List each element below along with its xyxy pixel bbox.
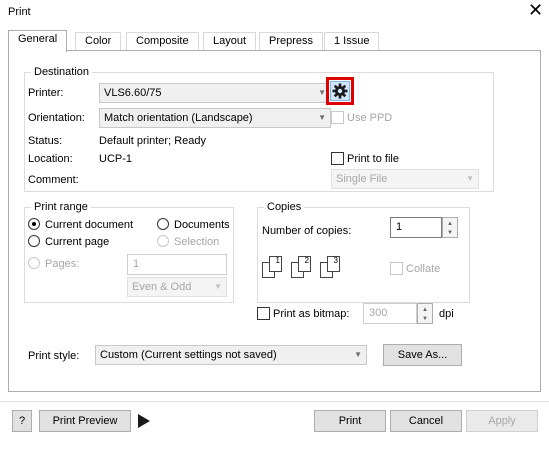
print-style-label: Print style: bbox=[28, 350, 80, 362]
general-panel: Destination Printer: VLS6.60/75 ▼ Orient… bbox=[8, 50, 541, 392]
page-icon: 2 bbox=[298, 256, 311, 272]
print-style-select[interactable]: Custom (Current settings not saved) ▼ bbox=[95, 345, 367, 365]
current-page-radio[interactable] bbox=[28, 235, 40, 247]
print-as-bitmap-checkbox[interactable] bbox=[257, 307, 270, 320]
status-label: Status: bbox=[28, 135, 63, 147]
expand-preview-icon[interactable] bbox=[136, 412, 152, 433]
help-button[interactable]: ? bbox=[12, 410, 32, 432]
dpi-spinner[interactable]: ▲ ▼ bbox=[417, 303, 433, 324]
close-button[interactable]: ✕ bbox=[522, 0, 549, 20]
destination-group-title: Destination bbox=[31, 65, 93, 79]
printer-select[interactable]: VLS6.60/75 ▼ bbox=[99, 83, 331, 103]
even-odd-select[interactable]: Even & Odd ▼ bbox=[127, 277, 227, 297]
tab-prepress[interactable]: Prepress bbox=[259, 32, 324, 51]
footer-divider bbox=[0, 401, 549, 402]
gear-icon-frame bbox=[330, 81, 350, 101]
collate-label: Collate bbox=[406, 263, 441, 275]
file-mode-value: Single File bbox=[336, 173, 388, 185]
page-icon: 3 bbox=[327, 256, 340, 272]
tab-layout[interactable]: Layout bbox=[203, 32, 257, 51]
print-button[interactable]: Print bbox=[314, 410, 386, 432]
chevron-down-icon: ▼ bbox=[466, 174, 474, 183]
comment-label: Comment: bbox=[28, 174, 79, 186]
current-document-label: Current document bbox=[45, 219, 134, 231]
copies-spinner[interactable]: ▲ ▼ bbox=[442, 217, 458, 238]
orientation-select[interactable]: Match orientation (Landscape) ▼ bbox=[99, 108, 331, 128]
dpi-label: dpi bbox=[439, 308, 454, 320]
gear-icon bbox=[332, 83, 348, 99]
spin-up-icon: ▲ bbox=[422, 307, 428, 313]
tab-issue[interactable]: 1 Issue bbox=[324, 32, 380, 51]
chevron-down-icon: ▼ bbox=[318, 88, 326, 97]
chevron-down-icon: ▼ bbox=[354, 350, 362, 359]
copies-input[interactable]: 1 bbox=[390, 217, 442, 238]
status-value: Default printer; Ready bbox=[99, 135, 206, 147]
use-ppd-checkbox[interactable] bbox=[331, 111, 344, 124]
number-of-copies-label: Number of copies: bbox=[262, 225, 352, 237]
print-preview-button[interactable]: Print Preview bbox=[39, 410, 131, 432]
documents-radio[interactable] bbox=[157, 218, 169, 230]
tab-color[interactable]: Color bbox=[75, 32, 122, 51]
selection-radio[interactable] bbox=[157, 235, 169, 247]
even-odd-value: Even & Odd bbox=[132, 281, 192, 293]
print-to-file-checkbox[interactable] bbox=[331, 152, 344, 165]
cancel-button[interactable]: Cancel bbox=[390, 410, 462, 432]
printer-properties-button[interactable] bbox=[326, 77, 354, 105]
pages-input[interactable]: 1 bbox=[127, 254, 227, 275]
tab-composite[interactable]: Composite bbox=[126, 32, 199, 51]
spin-down-icon: ▼ bbox=[447, 230, 453, 236]
pages-label: Pages: bbox=[45, 258, 80, 270]
print-to-file-label: Print to file bbox=[347, 153, 399, 165]
spin-down-icon: ▼ bbox=[422, 316, 428, 322]
location-value: UCP-1 bbox=[99, 153, 133, 165]
copies-title: Copies bbox=[264, 200, 305, 214]
collate-checkbox[interactable] bbox=[390, 262, 403, 275]
orientation-value: Match orientation (Landscape) bbox=[104, 112, 253, 124]
pages-radio[interactable] bbox=[28, 257, 40, 269]
bitmap-dpi-input[interactable]: 300 bbox=[363, 303, 417, 324]
current-document-radio[interactable] bbox=[28, 218, 40, 230]
printer-label: Printer: bbox=[28, 87, 64, 99]
selection-label: Selection bbox=[174, 236, 220, 248]
current-page-label: Current page bbox=[45, 236, 110, 248]
use-ppd-label: Use PPD bbox=[347, 112, 393, 124]
printer-value: VLS6.60/75 bbox=[104, 87, 162, 99]
tab-general[interactable]: General bbox=[8, 30, 68, 52]
print-as-bitmap-label: Print as bitmap: bbox=[273, 308, 350, 320]
chevron-down-icon: ▼ bbox=[214, 282, 222, 291]
print-range-title: Print range bbox=[31, 200, 91, 214]
file-mode-select[interactable]: Single File ▼ bbox=[331, 169, 479, 189]
spin-up-icon: ▲ bbox=[447, 221, 453, 227]
page-icon: 1 bbox=[269, 256, 282, 272]
chevron-down-icon: ▼ bbox=[318, 113, 326, 122]
documents-label: Documents bbox=[174, 219, 230, 231]
orientation-label: Orientation: bbox=[28, 112, 85, 124]
apply-button[interactable]: Apply bbox=[466, 410, 538, 432]
location-label: Location: bbox=[28, 153, 73, 165]
print-style-value: Custom (Current settings not saved) bbox=[100, 349, 277, 361]
window-title: Print bbox=[8, 6, 31, 18]
save-as-button[interactable]: Save As... bbox=[383, 344, 462, 366]
